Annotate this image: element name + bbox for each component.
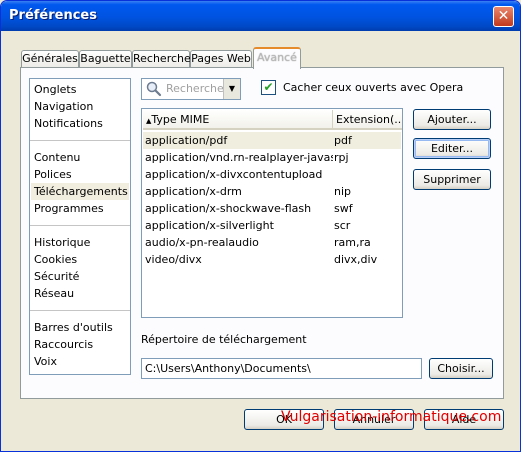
sidebar-item-cookies[interactable]: Cookies [31,251,129,268]
extension-cell: ram,ra [334,236,371,249]
add-button[interactable]: Ajouter... [413,109,491,130]
title-bar[interactable]: Préférences ✕ [1,1,520,31]
sidebar-divider [30,310,130,311]
table-row[interactable]: application/vnd.rn-realplayer-javascr...… [143,149,401,166]
table-row[interactable]: audio/x-pn-realaudio ram,ra [143,234,401,251]
mime-type-cell: application/x-silverlight [145,219,274,232]
tab-avance[interactable]: Avancé [253,47,301,69]
search-input[interactable]: Recherche r [166,82,224,95]
tab-avance-label: Avancé [257,51,297,64]
sidebar-item-notifications[interactable]: Notifications [31,115,129,132]
checkmark-icon: ✔ [263,80,274,94]
hide-opened-label: Cacher ceux ouverts avec Opera [283,81,464,94]
search-field[interactable]: Recherche r ▼ [141,78,241,100]
extension-cell: rpj [334,151,349,164]
tab-generales[interactable]: Générales [21,50,79,68]
close-button[interactable]: ✕ [493,6,514,27]
sidebar-item-programmes[interactable]: Programmes [31,200,129,217]
table-row[interactable]: application/x-divxcontentupload [143,166,401,183]
column-header-mime-label: Type MIME [151,113,210,126]
mime-type-cell: video/divx [145,253,202,266]
extension-cell: divx,div [334,253,378,266]
extension-cell: nip [334,185,352,198]
tab-baguette[interactable]: Baguette [79,50,132,68]
delete-button[interactable]: Supprimer [413,169,491,190]
edit-button[interactable]: Editer... [413,138,491,159]
download-directory-label: Répertoire de téléchargement [141,333,307,346]
advanced-panel: Onglets Navigation Notifications Contenu… [20,67,504,399]
column-header-mime[interactable]: ▲Type MIME [143,110,333,130]
sidebar-item-telechargements[interactable]: Téléchargements [31,183,129,200]
close-icon: ✕ [497,8,510,24]
watermark: Vulgarisation-informatique.com [281,409,502,425]
sidebar-divider [30,225,130,226]
column-header-extension[interactable]: Extension(... [333,110,402,130]
chevron-down-icon: ▼ [228,84,236,93]
sidebar-item-onglets[interactable]: Onglets [31,81,129,98]
table-row[interactable]: video/divx divx,div [143,251,401,268]
mime-type-cell: application/x-divxcontentupload [145,168,323,181]
table-row[interactable]: application/x-shockwave-flash swf [143,200,401,217]
sidebar-item-polices[interactable]: Polices [31,166,129,183]
mime-type-cell: application/x-drm [145,185,242,198]
sidebar-item-historique[interactable]: Historique [31,234,129,251]
table-row[interactable]: application/pdf pdf [143,132,401,149]
mime-type-cell: application/pdf [145,134,228,147]
download-directory-input[interactable]: C:\Users\Anthony\Documents\ [141,358,422,379]
choose-button[interactable]: Choisir... [429,358,493,379]
table-row[interactable]: application/x-drm nip [143,183,401,200]
sidebar-item-navigation[interactable]: Navigation [31,98,129,115]
magnifier-icon [146,81,162,97]
search-dropdown-button[interactable]: ▼ [223,79,240,99]
mime-type-cell: audio/x-pn-realaudio [145,236,259,249]
window-title: Préférences [9,8,97,23]
sidebar-item-voix[interactable]: Voix [31,353,129,370]
sidebar-divider [30,140,130,141]
sidebar-item-raccourcis[interactable]: Raccourcis [31,336,129,353]
sidebar-item-securite[interactable]: Sécurité [31,268,129,285]
mime-table: ▲Type MIME Extension(... application/pdf… [141,108,403,318]
extension-cell: swf [334,202,353,215]
preferences-window: Préférences ✕ Générales Baguette Recherc… [0,0,521,452]
extension-cell: scr [334,219,351,232]
table-row[interactable]: application/x-silverlight scr [143,217,401,234]
mime-type-cell: application/vnd.rn-realplayer-javascr... [145,151,333,164]
sidebar-item-contenu[interactable]: Contenu [31,149,129,166]
extension-cell: pdf [334,134,352,147]
tab-recherche[interactable]: Recherche [132,50,191,68]
sidebar-item-reseau[interactable]: Réseau [31,285,129,302]
sidebar: Onglets Navigation Notifications Contenu… [29,78,131,375]
hide-opened-checkbox[interactable]: ✔ [261,80,276,95]
mime-type-cell: application/x-shockwave-flash [145,202,312,215]
tab-pages-web[interactable]: Pages Web [190,50,252,68]
sidebar-item-barres-outils[interactable]: Barres d'outils [31,319,129,336]
